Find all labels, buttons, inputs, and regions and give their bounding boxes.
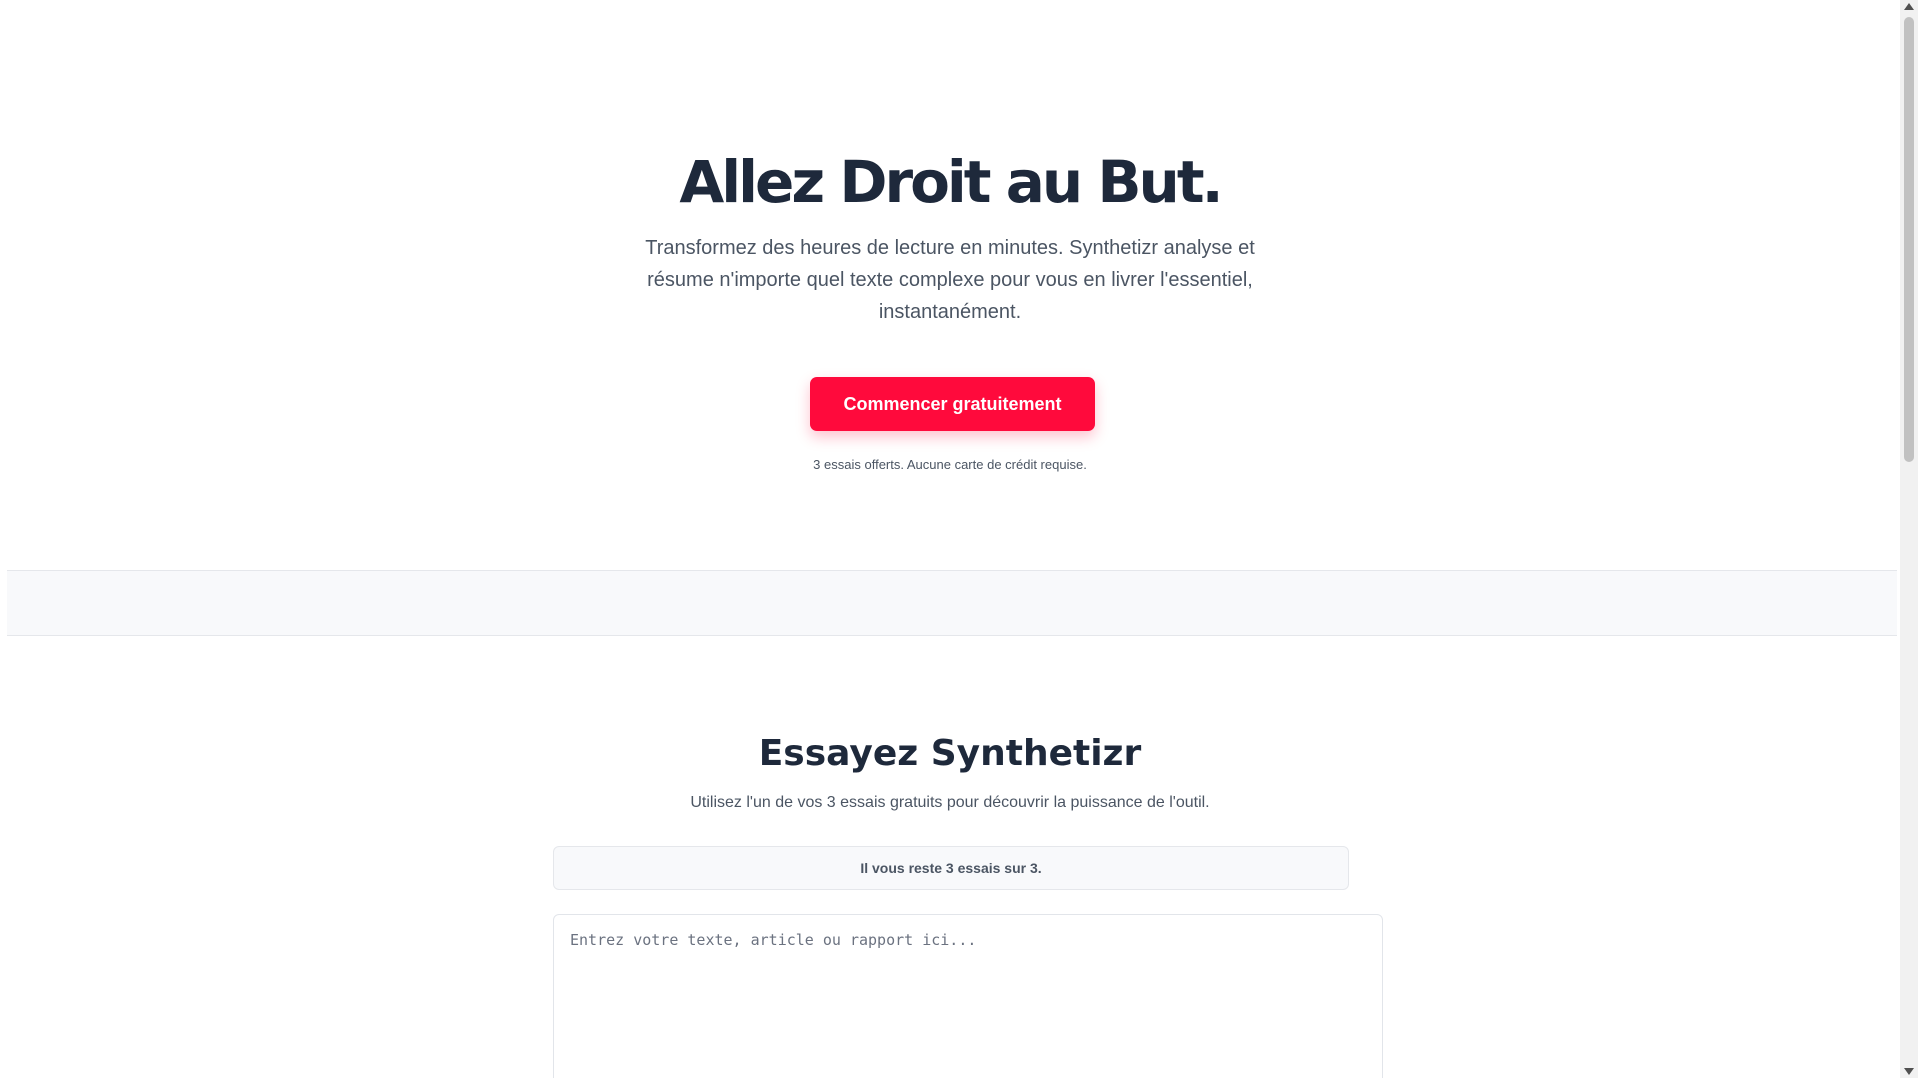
hero-title: Allez Droit au But. — [679, 148, 1223, 216]
trials-remaining-box: Il vous reste 3 essais sur 3. — [553, 846, 1349, 890]
text-input[interactable] — [553, 914, 1383, 1078]
divider-band — [7, 570, 1897, 636]
hero-note: 3 essais offerts. Aucune carte de crédit… — [813, 457, 1087, 472]
chevron-up-icon[interactable] — [1904, 3, 1914, 10]
hero-section: Allez Droit au But. Transformez des heur… — [0, 0, 1900, 570]
trials-remaining-text: Il vous reste 3 essais sur 3. — [860, 860, 1042, 876]
try-section-subtitle: Utilisez l'un de vos 3 essais gratuits p… — [690, 794, 1210, 811]
scrollbar-thumb[interactable] — [1904, 17, 1914, 462]
page: Allez Droit au But. Transformez des heur… — [0, 0, 1918, 1078]
vertical-scrollbar[interactable] — [1900, 0, 1918, 1078]
chevron-down-icon[interactable] — [1904, 1068, 1914, 1075]
try-section-title: Essayez Synthetizr — [758, 733, 1142, 774]
hero-subtitle: Transformez des heures de lecture en min… — [645, 237, 1255, 323]
start-free-button[interactable]: Commencer gratuitement — [810, 377, 1095, 431]
